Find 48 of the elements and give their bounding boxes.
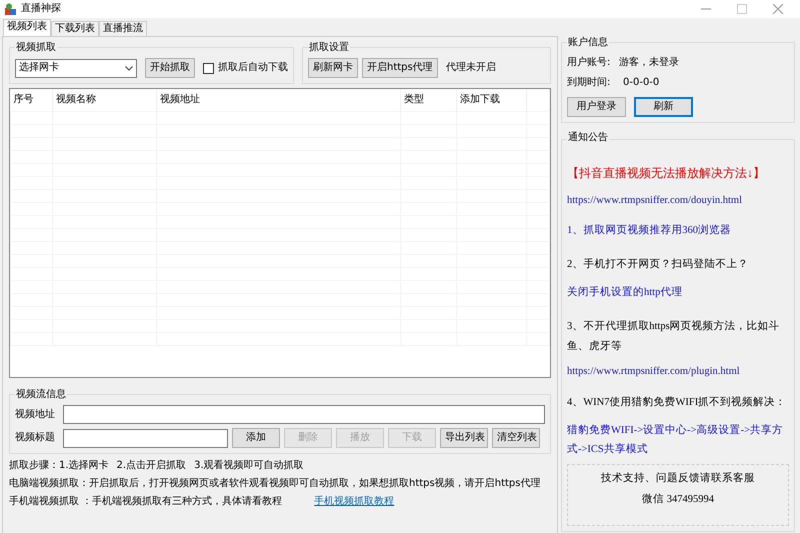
list-button[interactable]: 清空列表 xyxy=(492,428,540,448)
notice-text: 【抖音直播视频无法播放解决方法↓】 xyxy=(567,166,766,182)
notice-text: 3、不开代理抓取https网页视频方法，比如斗鱼、虎牙等 xyxy=(567,319,781,354)
column-header[interactable]: 序号 xyxy=(10,89,52,111)
window-title: 直播神探 xyxy=(21,3,61,15)
support-text: 技术支持、问题反馈请联系客服 xyxy=(600,473,756,486)
instruction-text: 抓取步骤：1.选择网卡 xyxy=(9,460,109,472)
settings-button[interactable]: 开启https代理 xyxy=(362,58,438,78)
notice-text: 关闭手机设置的http代理 xyxy=(567,285,684,300)
network-card-dropdown[interactable]: 选择网卡 xyxy=(15,58,137,78)
field-label: 视频标题 xyxy=(15,432,56,444)
support-text: 微信 347495994 xyxy=(641,494,715,507)
checkbox-label: 抓取后自动下载 xyxy=(218,62,288,74)
group-title: 视频流信息 xyxy=(15,389,67,401)
group-title: 通知公告 xyxy=(567,132,609,144)
instruction-text: 电脑端视频抓取：开启抓取后，打开视频网页或者软件观看视频即可自动抓取，如果想抓取https视频，请开启https代理 xyxy=(9,478,540,490)
notice-text: 猎豹免费WIFI->设置中心->高级设置->共享方式->ICS共享模式 xyxy=(567,423,784,458)
group-title: 视频抓取 xyxy=(15,42,57,54)
start-capture-button[interactable]: 开始抓取 xyxy=(145,58,195,78)
group-title: 抓取设置 xyxy=(308,42,350,54)
field-label: 视频地址 xyxy=(15,408,56,420)
column-header[interactable]: 视频地址 xyxy=(156,89,400,111)
notice-text: 4、WIN7使用猎豹免费WIFI抓不到视频解决： xyxy=(567,395,788,410)
instruction-text: 手机端视频抓取 ：手机端视频抓取有三种方式，具体请看教程 xyxy=(9,496,282,508)
tab[interactable]: 直播推流 xyxy=(99,21,147,36)
instruction-text: 2.点击开启抓取 xyxy=(116,460,186,472)
instruction-text: 3.观看视频即可自动抓取 xyxy=(194,460,304,472)
notice-text: 1、抓取网页视频推荐用360浏览器 xyxy=(567,223,732,238)
settings-button[interactable]: 刷新网卡 xyxy=(308,58,358,78)
column-header[interactable]: 视频名称 xyxy=(52,89,156,111)
proxy-status: 代理未开启 xyxy=(446,62,496,74)
group-title: 账户信息 xyxy=(567,37,609,49)
list-button[interactable]: 添加 xyxy=(232,428,280,448)
account-label: 到期时间: xyxy=(567,77,612,89)
tutorial-link[interactable]: 手机视频抓取教程 xyxy=(314,496,394,508)
account-value: 游客，未登录 xyxy=(619,57,679,69)
column-header[interactable]: 类型 xyxy=(400,89,456,111)
list-button[interactable]: 导出列表 xyxy=(440,428,488,448)
notice-text: https://www.rtmpsniffer.com/douyin.html xyxy=(567,194,743,208)
account-value: 0-0-0-0 xyxy=(623,77,660,89)
account-button[interactable]: 刷新 xyxy=(634,97,693,117)
tab[interactable]: 视频列表 xyxy=(3,19,51,36)
notice-text: https://www.rtmpsniffer.com/plugin.html xyxy=(567,364,741,379)
tab[interactable]: 下载列表 xyxy=(51,21,99,36)
account-label: 用户账号: xyxy=(567,57,612,69)
notice-text: 2、手机打不开网页？扫码登陆不上？ xyxy=(567,257,750,272)
column-header[interactable]: 添加下载 xyxy=(456,89,526,111)
account-button[interactable]: 用户登录 xyxy=(567,97,626,117)
